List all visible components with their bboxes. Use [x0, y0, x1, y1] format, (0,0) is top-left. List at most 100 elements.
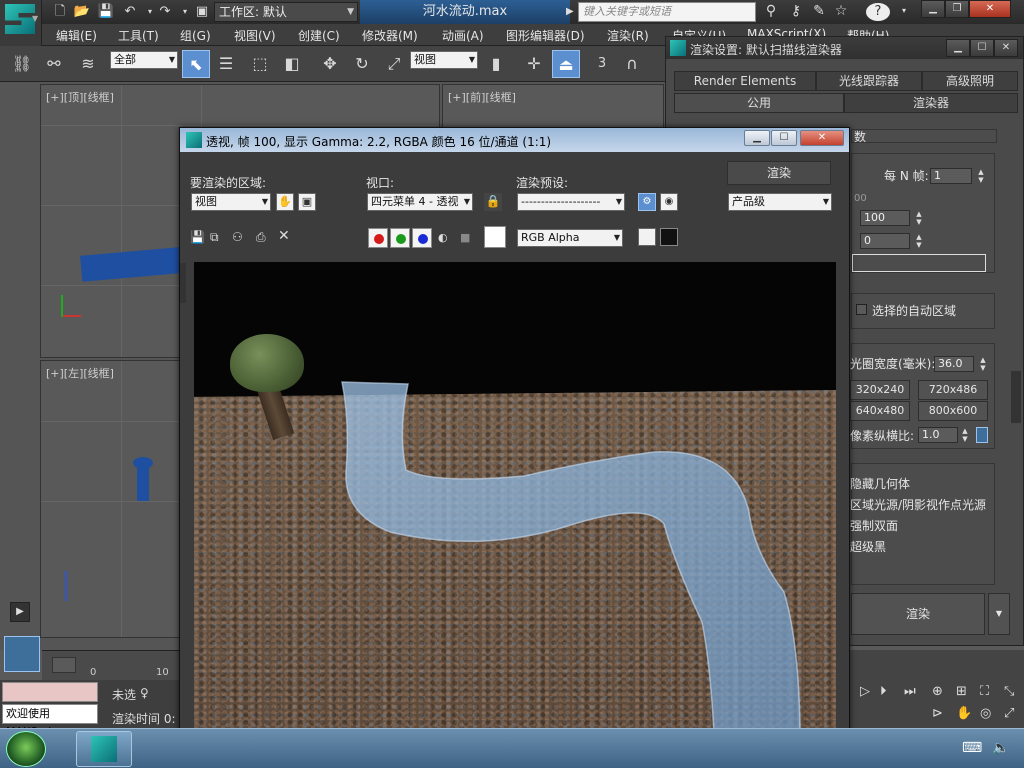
aperture-width-input[interactable]: 36.0 [934, 356, 974, 372]
help-icon[interactable]: ? [866, 3, 890, 21]
timeline[interactable]: 0 10 [42, 650, 182, 680]
tab-render-elements[interactable]: Render Elements [674, 71, 816, 91]
zoom-extents-icon[interactable]: ⛶ [980, 684, 989, 699]
area-to-render-dropdown[interactable]: 视图 ▼ [191, 193, 271, 211]
zoom-all-icon[interactable]: ⊞ [956, 684, 967, 699]
preset-size-button[interactable]: 320x240 [850, 380, 910, 400]
render-preset-dropdown[interactable]: -------------------- ▼ [517, 193, 625, 211]
save-image-icon[interactable]: 💾 [190, 230, 205, 244]
alpha-channel-icon[interactable]: ◐ [438, 231, 448, 244]
angle-snap-icon[interactable]: ∩ [618, 50, 646, 78]
tab-raytracer[interactable]: 光线跟踪器 [816, 71, 922, 91]
option-force-two-sided[interactable]: 强制双面 [850, 517, 898, 534]
toggle-ui-overlay-icon[interactable] [638, 228, 656, 246]
copy-image-icon[interactable]: ⧉ [210, 230, 219, 245]
preset-size-button[interactable]: 640x480 [850, 401, 910, 421]
app-menu-button[interactable]: ▼ [0, 0, 42, 46]
pivot-center-icon[interactable]: ▮ [482, 50, 510, 78]
timeline-config-icon[interactable] [52, 657, 76, 673]
go-to-end-icon[interactable]: ⏭ [904, 684, 916, 699]
display-channel-dropdown[interactable]: RGB Alpha ▼ [517, 229, 623, 247]
minimize-button[interactable]: ▁ [744, 130, 770, 146]
tab-advanced-lighting[interactable]: 高级照明 [922, 71, 1018, 91]
lock-aspect-icon[interactable] [976, 427, 988, 443]
render-quality-dropdown[interactable]: 产品级 ▼ [728, 193, 832, 211]
favorites-star-icon[interactable]: ☆ [830, 3, 852, 19]
close-button[interactable]: ✕ [994, 39, 1018, 57]
project-folder-icon[interactable]: ▣ [192, 3, 212, 21]
range-end-input[interactable]: 100 [860, 210, 910, 226]
window-crossing-icon[interactable]: ◧ [278, 50, 306, 78]
every-n-frames-input[interactable]: 1 [930, 168, 972, 184]
green-channel-toggle[interactable] [390, 228, 410, 248]
maximize-viewport-icon[interactable]: ⤢ [1004, 706, 1014, 721]
spinner-arrows-icon[interactable]: ▲ ▼ [978, 356, 988, 372]
help-dropdown-icon[interactable]: ▾ [893, 6, 915, 15]
edit-region-icon[interactable]: ✋ [276, 193, 294, 211]
select-by-name-icon[interactable]: ☰ [212, 50, 240, 78]
maximize-button[interactable]: ☐ [771, 130, 797, 146]
blue-channel-toggle[interactable] [412, 228, 432, 248]
search-input[interactable]: 键入关键字或短语 [578, 2, 756, 22]
viewport-layout-icon[interactable] [4, 636, 40, 672]
background-color-swatch[interactable] [484, 226, 506, 248]
auto-region-icon[interactable]: ▣ [298, 193, 316, 211]
render-options-dropdown[interactable]: ▼ [988, 593, 1010, 635]
rectangular-selection-icon[interactable]: ⬚ [246, 50, 274, 78]
clear-icon[interactable]: ✕ [278, 228, 290, 244]
menu-create[interactable]: 创建(C) [298, 27, 340, 44]
play-icon[interactable]: ▷ [860, 684, 870, 699]
maxscript-listener-output[interactable] [2, 682, 98, 702]
taskbar-3dsmax-app[interactable] [76, 731, 132, 767]
close-button[interactable]: ✕ [969, 0, 1011, 18]
auto-region-checkbox[interactable] [856, 304, 867, 315]
render-button[interactable]: 渲染 [727, 161, 831, 185]
preset-size-button[interactable]: 800x600 [918, 401, 988, 421]
render-button[interactable]: 渲染 [851, 593, 985, 635]
key-icon[interactable]: ⚷ [785, 3, 807, 19]
play-panel-icon[interactable]: ▶ [10, 602, 30, 622]
menu-group[interactable]: 组(G) [180, 27, 211, 44]
menu-modifiers[interactable]: 修改器(M) [362, 27, 418, 44]
option-hidden-geometry[interactable]: 隐藏几何体 [850, 475, 910, 492]
spinner-arrows-icon[interactable]: ▲ ▼ [960, 427, 970, 443]
menu-tools[interactable]: 工具(T) [118, 27, 159, 44]
range-offset-input[interactable]: 0 [860, 233, 910, 249]
restore-button[interactable]: ❐ [945, 0, 969, 18]
frame-window-scroll[interactable] [180, 263, 186, 303]
pixel-aspect-input[interactable]: 1.0 [918, 427, 958, 443]
selection-filter-dropdown[interactable]: 全部 ▼ [110, 51, 178, 69]
workspace-dropdown[interactable]: 工作区: 默认 ▼ [214, 2, 358, 22]
open-file-icon[interactable]: 📂 [72, 3, 92, 21]
snaps-toggle-icon[interactable]: 3 [588, 50, 616, 78]
link-icon[interactable]: ⛓ [8, 50, 36, 78]
minimize-button[interactable]: ▁ [946, 39, 970, 57]
menu-graph-editors[interactable]: 图形编辑器(D) [506, 27, 585, 44]
render-setup-icon[interactable]: ⚙ [638, 193, 656, 211]
monochrome-icon[interactable]: ■ [460, 231, 470, 244]
lock-viewport-icon[interactable]: 🔒 [484, 193, 502, 211]
pan-icon[interactable]: ✋ [956, 706, 972, 721]
viewport-label[interactable]: [+][前][线框] [448, 89, 516, 105]
undo-icon[interactable]: ↶ [120, 3, 140, 21]
select-object-icon[interactable]: ⬉ [182, 50, 210, 78]
rendered-image[interactable] [194, 262, 836, 732]
new-file-icon[interactable]: 🗋 [50, 3, 70, 21]
bind-space-warp-icon[interactable]: ≋ [74, 50, 102, 78]
common-parameters-rollout[interactable]: 数 [851, 129, 997, 144]
zoom-extents-all-icon[interactable]: ⤡ [1004, 684, 1014, 699]
tab-renderer[interactable]: 渲染器 [844, 93, 1018, 113]
render-setup-title-bar[interactable]: 渲染设置: 默认扫描线渲染器 ▁ ☐ ✕ [666, 37, 1023, 59]
keyboard-icon[interactable]: ⌨ [962, 740, 982, 756]
select-manipulate-icon[interactable]: ✛ [520, 50, 548, 78]
zoom-icon[interactable]: ⊕ [932, 684, 943, 699]
reference-coordinate-dropdown[interactable]: 视图 ▼ [410, 51, 478, 69]
maximize-button[interactable]: ☐ [970, 39, 994, 57]
start-button[interactable] [6, 731, 46, 767]
tab-common[interactable]: 公用 [674, 93, 844, 113]
preset-size-button[interactable]: 720x486 [918, 380, 988, 400]
red-channel-toggle[interactable] [368, 228, 388, 248]
expand-arrow-icon[interactable]: ▶ [566, 6, 574, 17]
close-button[interactable]: ✕ [800, 130, 844, 146]
print-image-icon[interactable]: ⎙ [256, 230, 266, 245]
